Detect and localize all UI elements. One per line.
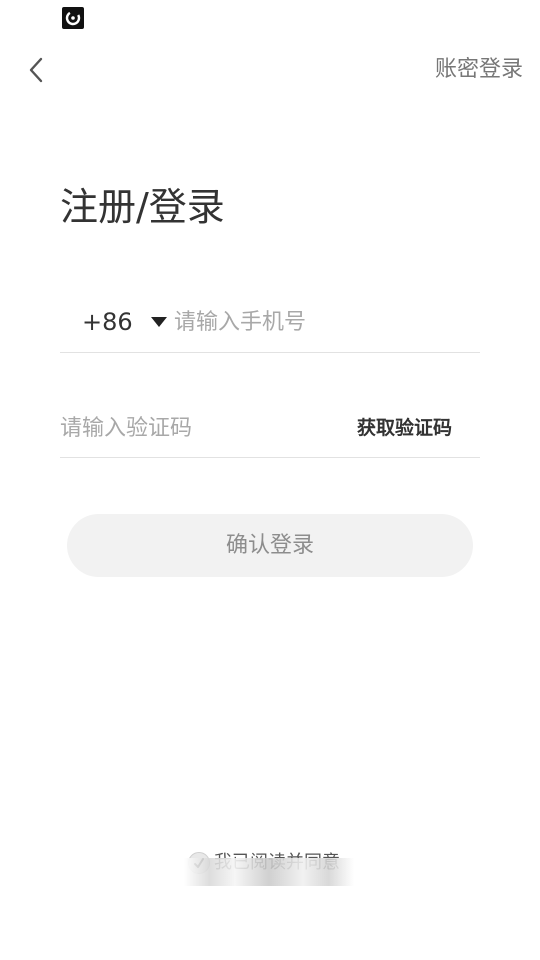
country-code-value: +86 <box>82 308 133 336</box>
phone-input[interactable] <box>174 302 474 342</box>
game-app-icon <box>62 7 84 29</box>
back-button[interactable] <box>18 50 54 90</box>
verification-code-input[interactable] <box>60 408 320 448</box>
obscured-agreement-overlay <box>184 858 354 886</box>
login-page: 账密登录 注册/登录 +86 获取验证码 确认登录 我已阅读并同意 <box>0 0 540 960</box>
country-code-select[interactable]: +86 <box>82 304 167 340</box>
status-bar <box>0 0 540 38</box>
verification-code-row: 获取验证码 <box>60 398 480 458</box>
confirm-login-button[interactable]: 确认登录 <box>67 514 473 577</box>
chevron-left-icon <box>29 57 43 83</box>
caret-down-icon <box>150 317 167 327</box>
get-verification-code-button[interactable]: 获取验证码 <box>357 413 452 443</box>
page-title: 注册/登录 <box>60 185 225 229</box>
account-password-login-link[interactable]: 账密登录 <box>435 55 523 85</box>
header: 账密登录 <box>0 42 540 98</box>
phone-row: +86 <box>60 292 480 353</box>
